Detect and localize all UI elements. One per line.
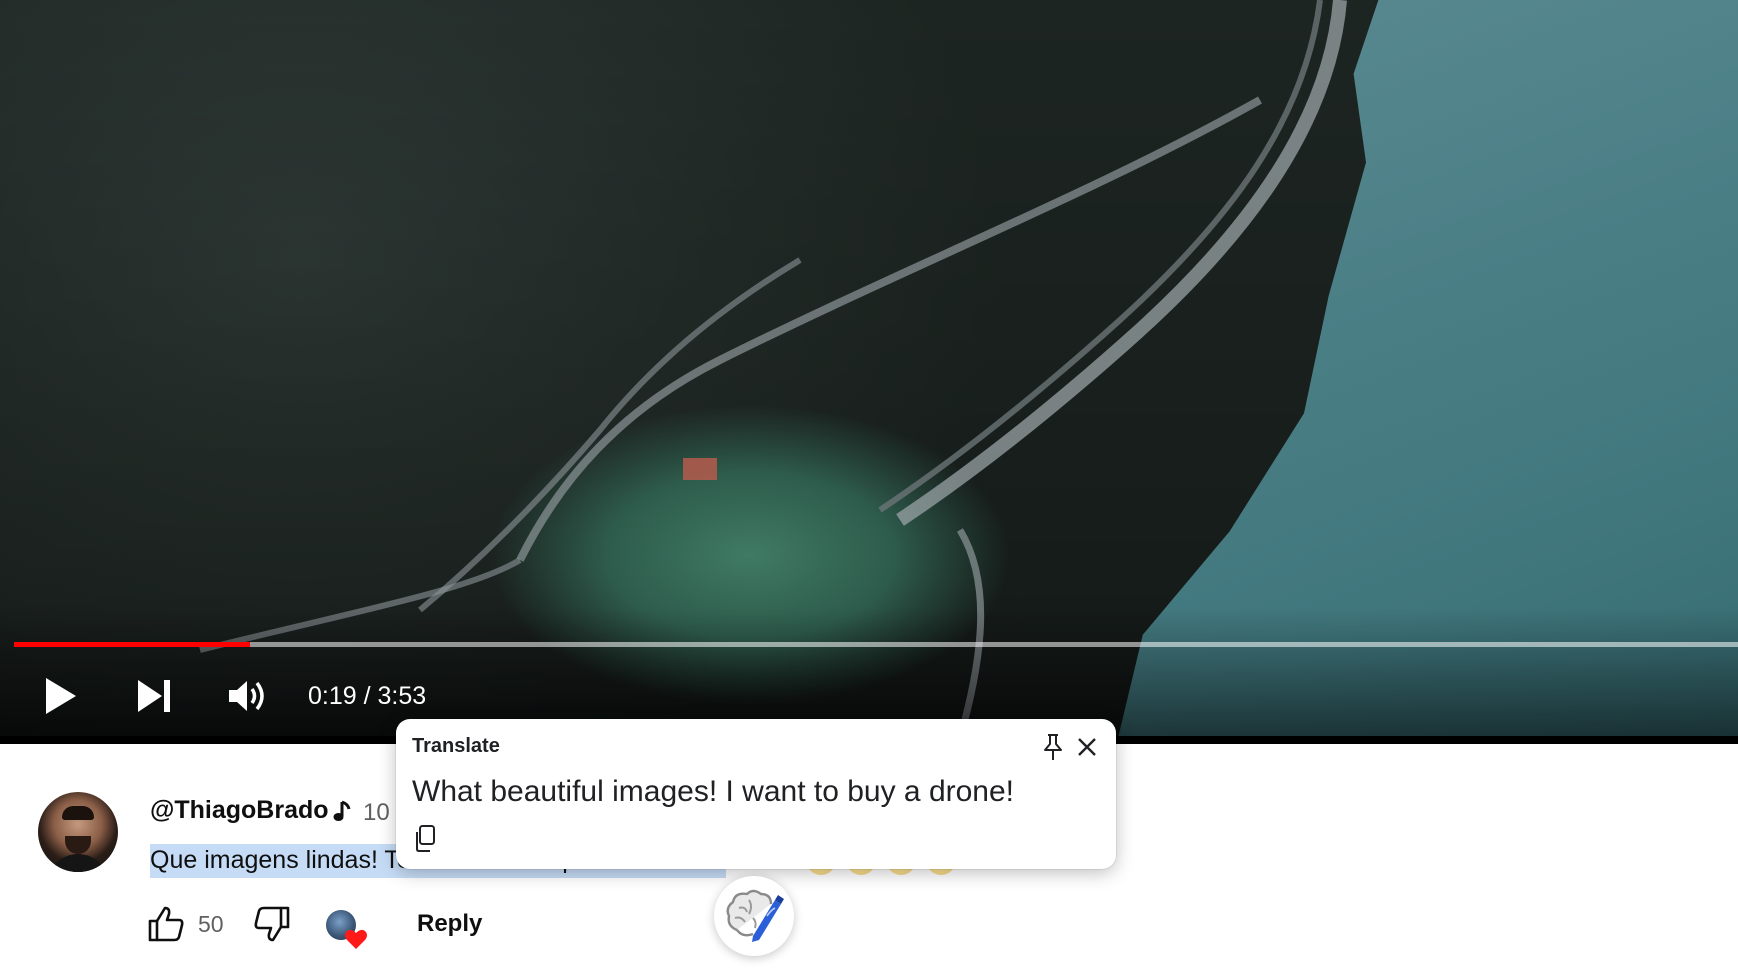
copy-icon bbox=[416, 825, 435, 852]
copy-button[interactable] bbox=[410, 823, 440, 855]
volume-icon bbox=[229, 681, 264, 711]
reply-button[interactable]: Reply bbox=[417, 910, 482, 938]
close-button[interactable] bbox=[1072, 732, 1102, 762]
play-button[interactable] bbox=[36, 668, 84, 724]
extension-button[interactable] bbox=[714, 876, 794, 956]
duration: 3:53 bbox=[377, 682, 427, 710]
time-separator: / bbox=[356, 682, 378, 710]
brain-pencil-icon bbox=[726, 889, 784, 942]
dislike-button[interactable] bbox=[252, 904, 292, 944]
translation-text: What beautiful images! I want to buy a d… bbox=[412, 775, 1015, 808]
pin-icon bbox=[1044, 734, 1062, 760]
creator-heart[interactable] bbox=[326, 908, 370, 952]
thumbs-up-icon bbox=[148, 906, 184, 942]
like-button[interactable] bbox=[146, 904, 186, 944]
skip-next-icon bbox=[138, 680, 170, 712]
like-count: 50 bbox=[198, 911, 224, 937]
progress-bar[interactable] bbox=[14, 642, 1738, 647]
player-controls: 0:19 / 3:53 bbox=[0, 668, 1738, 724]
volume-button[interactable] bbox=[226, 668, 270, 724]
play-icon bbox=[46, 678, 76, 714]
avatar[interactable] bbox=[38, 792, 118, 872]
time-display: 0:19 / 3:53 bbox=[308, 680, 426, 712]
translate-popup: Translate What beautiful images! I want … bbox=[396, 719, 1116, 869]
thumbs-down-icon bbox=[254, 906, 290, 942]
comment-time[interactable]: 10 bbox=[363, 799, 390, 827]
video-player[interactable]: 0:19 / 3:53 bbox=[0, 0, 1738, 738]
comment-author[interactable]: @ThiagoBrado bbox=[150, 796, 329, 825]
next-button[interactable] bbox=[132, 668, 176, 724]
heart-icon bbox=[345, 929, 367, 949]
progress-played bbox=[14, 642, 251, 647]
pin-button[interactable] bbox=[1038, 732, 1068, 762]
music-note-icon bbox=[333, 800, 351, 821]
close-icon bbox=[1078, 738, 1096, 756]
popup-title: Translate bbox=[412, 735, 500, 757]
current-time: 0:19 bbox=[308, 682, 357, 710]
